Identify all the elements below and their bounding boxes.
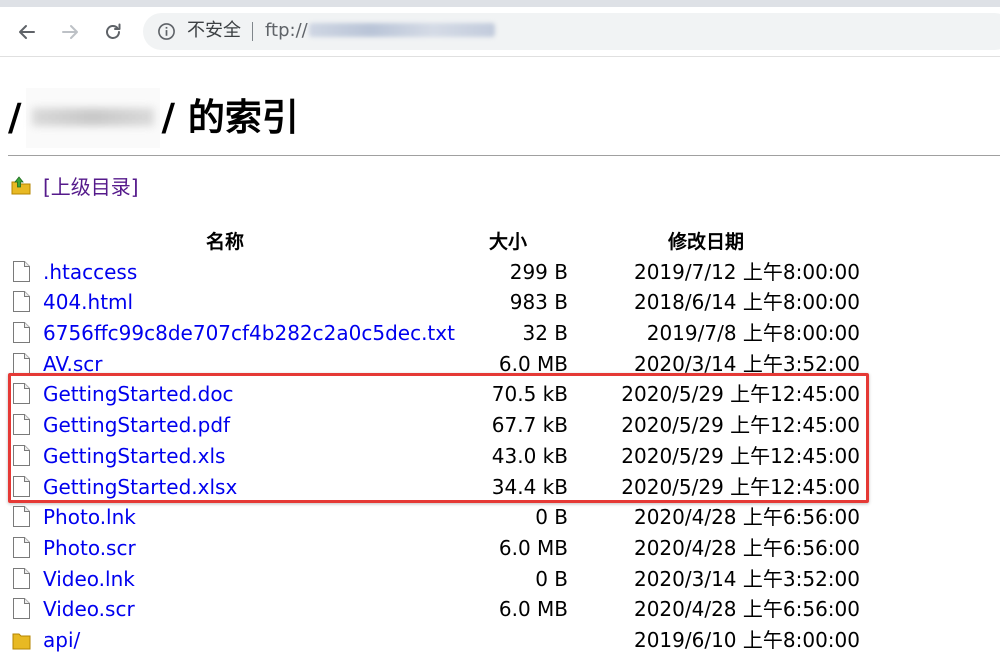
title-suffix: / 的索引 [161,96,299,139]
file-size: 0 B [535,566,568,591]
file-date: 2018/6/14 上午8:00:00 [633,290,860,315]
redacted-url-host [308,23,495,37]
file-icon [13,598,30,620]
file-icon [13,444,30,466]
file-icon [13,414,30,436]
table-row: Video.lnk 0 B 2020/3/14 上午3:52:00 [8,564,868,595]
heading-divider [8,155,1000,156]
column-header-name[interactable]: 名称 [206,230,244,254]
file-size: 67.7 kB [491,413,568,438]
forward-button[interactable] [53,15,87,49]
page-title: / / 的索引 [8,88,299,148]
parent-directory-link[interactable]: [上级目录] [43,171,139,200]
table-row: GettingStarted.xlsx 34.4 kB 2020/5/29 上午12… [8,472,868,503]
file-link[interactable]: 404.html [43,289,133,315]
info-icon[interactable] [157,22,176,41]
file-date: 2020/3/14 上午3:52:00 [633,351,860,376]
file-link[interactable]: GettingStarted.pdf [43,412,230,438]
file-size: 32 B [522,321,568,346]
file-link[interactable]: api/ [43,627,80,653]
file-size: 70.5 kB [491,382,568,407]
table-row: 404.html 983 B 2018/6/14 上午8:00:00 [8,287,868,318]
file-date: 2020/4/28 上午6:56:00 [633,505,860,530]
file-date: 2019/7/8 上午8:00:00 [646,321,860,346]
file-icon [13,260,30,282]
file-link[interactable]: GettingStarted.xlsx [43,474,237,500]
table-header-row: 名称 大小 修改日期 [8,226,868,257]
file-icon [13,475,30,497]
file-link[interactable]: 6756ffc99c8de707cf4b282c2a0c5dec.txt [43,320,455,346]
browser-toolbar: 不安全 ftp:// [0,7,1000,57]
file-size: 299 B [509,259,568,284]
file-date: 2019/6/10 上午8:00:00 [633,627,860,652]
table-row: AV.scr 6.0 MB 2020/3/14 上午3:52:00 [8,349,868,380]
file-link[interactable]: Photo.scr [43,535,136,561]
table-row: 6756ffc99c8de707cf4b282c2a0c5dec.txt 32 B… [8,318,868,349]
parent-directory-row: [上级目录] [10,170,139,200]
file-size: 34.4 kB [491,474,568,499]
file-icon [13,383,30,405]
table-row: .htaccess 299 B 2019/7/12 上午8:00:00 [8,257,868,288]
tab-strip [0,0,1000,7]
forward-arrow-icon [62,25,78,39]
file-size: 6.0 MB [498,597,568,622]
file-date: 2019/7/12 上午8:00:00 [633,259,860,284]
file-date: 2020/4/28 上午6:56:00 [633,597,860,622]
file-icon [13,506,30,528]
file-link[interactable]: AV.scr [43,351,103,377]
file-date: 2020/3/14 上午3:52:00 [633,566,860,591]
table-row: Video.scr 6.0 MB 2020/4/28 上午6:56:00 [8,594,868,625]
column-header-date[interactable]: 修改日期 [668,230,744,254]
column-header-size[interactable]: 大小 [489,230,527,254]
table-row: Photo.lnk 0 B 2020/4/28 上午6:56:00 [8,502,868,533]
directory-listing: 名称 大小 修改日期 .htaccess 299 B 2019/7/12 上午8:0… [8,226,868,656]
security-status[interactable]: 不安全 [187,20,241,42]
address-bar[interactable]: 不安全 ftp:// [143,13,1000,50]
file-icon [13,322,30,344]
url-text[interactable]: ftp:// [265,20,495,42]
file-link[interactable]: Photo.lnk [43,504,136,530]
file-date: 2020/4/28 上午6:56:00 [633,535,860,560]
title-prefix: / [8,96,22,139]
file-date: 2020/5/29 上午12:45:00 [621,443,860,468]
file-date: 2020/5/29 上午12:45:00 [621,474,860,499]
back-button[interactable] [10,15,44,49]
file-size: 0 B [535,505,568,530]
reload-button[interactable] [96,15,130,49]
file-link[interactable]: Video.scr [43,596,135,622]
omnibox-divider [252,22,253,41]
table-row: GettingStarted.pdf 67.7 kB 2020/5/29 上午12:… [8,410,868,441]
file-icon [13,291,30,313]
table-row: GettingStarted.doc 70.5 kB 2020/5/29 上午12:… [8,379,868,410]
file-link[interactable]: GettingStarted.doc [43,381,234,407]
table-row: api/2019/6/10 上午8:00:00 [8,625,868,656]
redacted-directory-name [25,88,160,148]
file-icon [13,536,30,558]
file-size: 6.0 MB [498,351,568,376]
table-row: GettingStarted.xls 43.0 kB 2020/5/29 上午12:… [8,441,868,472]
file-size: 983 B [509,290,568,315]
file-size: 43.0 kB [491,443,568,468]
file-icon [13,567,30,589]
table-row: Photo.scr 6.0 MB 2020/4/28 上午6:56:00 [8,533,868,564]
up-folder-icon [11,176,31,195]
file-link[interactable]: GettingStarted.xls [43,443,225,469]
file-date: 2020/5/29 上午12:45:00 [621,413,860,438]
file-link[interactable]: .htaccess [43,259,137,285]
file-icon [13,352,30,374]
file-size: 6.0 MB [498,535,568,560]
folder-icon [12,633,31,650]
file-link[interactable]: Video.lnk [43,566,135,592]
file-date: 2020/5/29 上午12:45:00 [621,382,860,407]
reload-icon [106,23,121,39]
back-arrow-icon [19,25,35,39]
